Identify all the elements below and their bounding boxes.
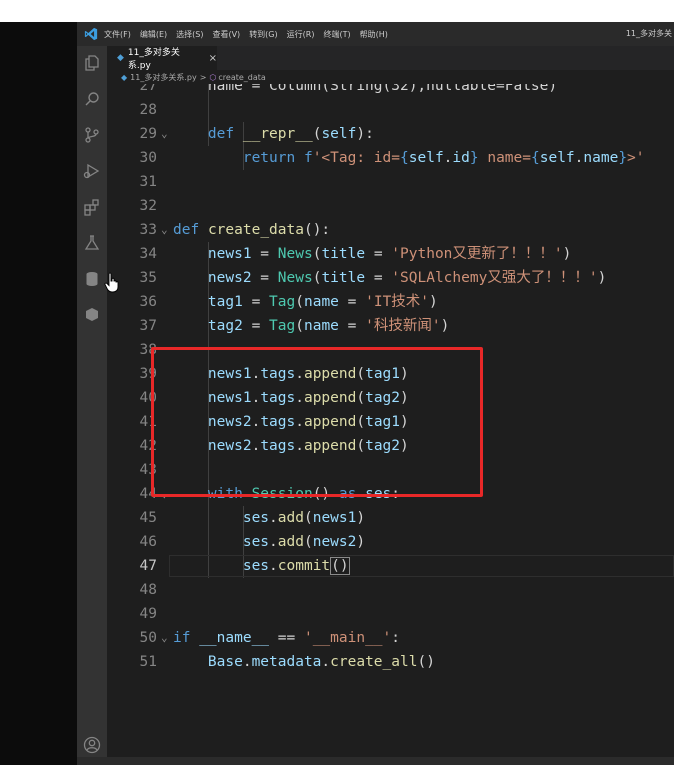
code-text: tag1 = Tag(name = 'IT技术') [207,294,438,310]
search-icon[interactable] [83,90,101,108]
code-line[interactable]: 29 ⌄ def __repr__(self): [107,122,674,146]
line-number: 27 [139,84,157,94]
breadcrumb-symbol[interactable]: create_data [218,73,265,82]
code-line[interactable]: 34 news1 = News(title = 'Python又更新了！！！') [107,242,674,266]
extensions-icon[interactable] [83,198,101,216]
method-icon: ⬡ [209,72,217,82]
line-number: 34 [139,246,157,262]
code-line[interactable]: 37 tag2 = Tag(name = '科技新闻') [107,314,674,338]
code-text: ses.commit() [242,557,350,575]
code-text: Base.metadata.create_all() [207,654,435,670]
line-number: 51 [139,654,157,670]
top-margin [0,0,674,22]
code-line[interactable]: 35 news2 = News(title = 'SQLAlchemy又强大了！… [107,266,674,290]
breadcrumb-separator: > [199,72,207,82]
code-line[interactable]: 51 Base.metadata.create_all() [107,650,674,674]
hand-cursor-icon [104,272,119,293]
breadcrumb-file[interactable]: 11_多对多关系.py [130,72,197,83]
code-line[interactable]: 36 tag1 = Tag(name = 'IT技术') [107,290,674,314]
line-number: 37 [139,318,157,334]
menu-help[interactable]: 帮助(H) [360,29,388,40]
code-text: ses.add(news2) [242,534,366,550]
code-line[interactable]: 46 ses.add(news2) [107,530,674,554]
code-text: if __name__ == '__main__': [173,630,401,646]
line-number: 49 [139,606,157,622]
code-line[interactable]: 28 [107,98,674,122]
tab-editor-file[interactable]: ◆ 11_多对多关系.py × [107,46,217,71]
run-debug-icon[interactable] [83,162,101,180]
source-control-icon[interactable] [83,126,101,144]
package-icon[interactable] [83,306,101,324]
code-text: news2 = News(title = 'SQLAlchemy又强大了！！！'… [207,270,607,286]
fold-chevron-icon[interactable]: ⌄ [161,218,168,242]
code-line[interactable]: 32 [107,194,674,218]
testing-icon[interactable] [83,234,101,252]
python-file-icon: ◆ [117,53,124,63]
code-text: def __repr__(self): [207,126,374,142]
code-line[interactable]: 50 ⌄ if __name__ == '__main__': [107,626,674,650]
line-number: 35 [139,270,157,286]
line-number: 31 [139,174,157,190]
explorer-icon[interactable] [83,54,101,72]
menu-selection[interactable]: 选择(S) [176,29,203,40]
code-line[interactable]: 48 [107,578,674,602]
menu-terminal[interactable]: 终端(T) [323,29,350,40]
menu-go[interactable]: 转到(G) [249,29,277,40]
line-number: 46 [139,534,157,550]
code-text: def create_data(): [173,222,331,238]
code-line[interactable]: 31 [107,170,674,194]
breadcrumb: ◆ 11_多对多关系.py > ⬡ create_data [107,70,266,84]
database-icon[interactable] [83,270,101,288]
line-number: 30 [139,150,157,166]
line-number: 45 [139,510,157,526]
code-line[interactable]: 27 name = Column(String(32),nullable=Fal… [107,84,674,98]
close-icon[interactable]: × [209,53,217,64]
tab-filename: 11_多对多关系.py [127,48,180,71]
python-file-icon: ◆ [121,72,128,82]
line-number: 28 [139,102,157,118]
line-number: 29 [139,126,157,142]
code-line[interactable]: 45 ses.add(news1) [107,506,674,530]
line-number: 47 [139,558,157,574]
activity-bar [77,46,107,765]
line-number: 33 [139,222,157,238]
line-number: 50 [139,630,157,646]
code-line[interactable]: 47 ses.commit() [107,554,674,578]
code-line[interactable]: 33 ⌄ def create_data(): [107,218,674,242]
vscode-logo-icon [84,27,98,41]
code-text: name = Column(String(32),nullable=False) [173,84,558,94]
account-icon[interactable] [83,736,101,754]
line-number: 48 [139,582,157,598]
tab-bar: ◆ 11_多对多关系.py × [107,46,674,71]
menu-bar: 文件(F) 编辑(E) 选择(S) 查看(V) 转到(G) 运行(R) 终端(T… [77,22,674,46]
line-number: 36 [139,294,157,310]
code-line[interactable]: 30 return f'<Tag: id={self.id} name={sel… [107,146,674,170]
fold-chevron-icon[interactable]: ⌄ [161,122,168,146]
menu-file[interactable]: 文件(F) [104,29,131,40]
menu-edit[interactable]: 编辑(E) [140,29,167,40]
menu-view[interactable]: 查看(V) [212,29,240,40]
code-text: news1 = News(title = 'Python又更新了！！！') [207,246,572,262]
fold-chevron-icon[interactable]: ⌄ [161,626,168,650]
left-margin [0,22,77,765]
window-title: 11_多对多关 [625,29,672,38]
menu-run[interactable]: 运行(R) [287,29,315,40]
line-number: 32 [139,198,157,214]
code-text: return f'<Tag: id={self.id} name={self.n… [242,150,645,166]
bottom-edge-bar [77,757,674,765]
code-text: tag2 = Tag(name = '科技新闻') [207,318,450,334]
code-text: ses.add(news1) [242,510,366,526]
code-line[interactable]: 49 [107,602,674,626]
highlight-annotation-box [151,347,483,497]
